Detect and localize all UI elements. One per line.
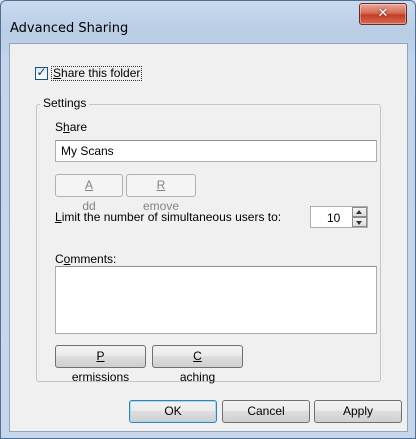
dialog-client-area: ✓ Share this folder Settings Share My Sc… bbox=[9, 43, 408, 432]
settings-group-label: Settings bbox=[40, 96, 90, 110]
remove-button[interactable]: Remove bbox=[126, 174, 196, 213]
share-this-folder-checkbox[interactable]: ✓ bbox=[35, 65, 48, 80]
title-bar[interactable]: Advanced Sharing ✕ bbox=[1, 1, 415, 43]
close-button[interactable]: ✕ bbox=[359, 3, 407, 25]
share-name-input[interactable]: My Scans bbox=[55, 140, 377, 162]
advanced-sharing-dialog: Advanced Sharing ✕ ✓ Share this folder S… bbox=[0, 0, 416, 439]
spin-up-arrow-icon[interactable] bbox=[352, 207, 367, 217]
limit-users-label: Limit the number of simultaneous users t… bbox=[55, 210, 282, 224]
share-this-folder-label[interactable]: Share this folder bbox=[51, 66, 143, 81]
spinner-buttons bbox=[352, 207, 367, 227]
window-title: Advanced Sharing bbox=[10, 21, 129, 36]
cancel-button[interactable]: Cancel bbox=[222, 400, 310, 423]
comments-label: Comments: bbox=[55, 252, 117, 266]
checkmark-icon: ✓ bbox=[36, 65, 47, 79]
permissions-button[interactable]: Permissions bbox=[55, 345, 146, 384]
share-name-label: Share bbox=[55, 120, 88, 134]
user-limit-spinner[interactable]: 10 bbox=[310, 206, 368, 228]
spin-down-arrow-icon[interactable] bbox=[352, 217, 367, 227]
add-button[interactable]: Add bbox=[55, 174, 123, 213]
apply-button[interactable]: Apply bbox=[314, 400, 402, 423]
ok-button[interactable]: OK bbox=[129, 400, 217, 423]
user-limit-value[interactable]: 10 bbox=[327, 211, 340, 225]
close-icon: ✕ bbox=[377, 6, 389, 21]
comments-input[interactable] bbox=[55, 266, 377, 334]
caching-button[interactable]: Caching bbox=[152, 345, 243, 384]
